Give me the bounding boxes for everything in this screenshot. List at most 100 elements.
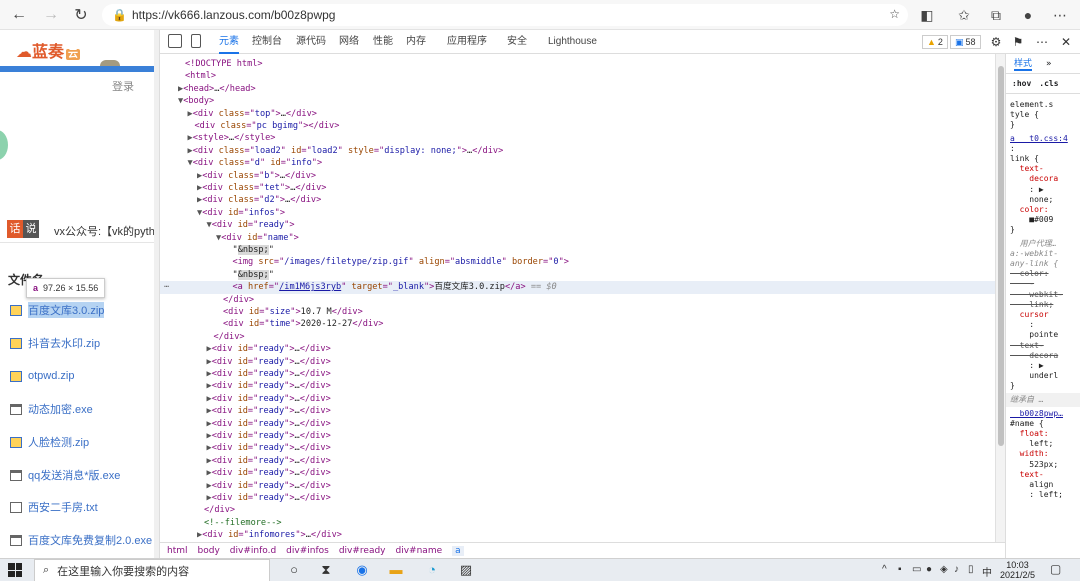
dom-node-line[interactable]: ▼<div id="infos"> [160, 207, 995, 219]
tray-chevron-icon[interactable]: ^ [882, 564, 887, 575]
devtools-tab[interactable]: 源代码 [296, 30, 326, 54]
dom-node-line[interactable]: ▶<div id="ready">…</div> [160, 467, 995, 479]
dom-node-line[interactable]: ▶<div id="ready">…</div> [160, 442, 995, 454]
file-name[interactable]: otpwd.zip [28, 370, 74, 382]
dom-node-line[interactable]: ▶<div id="ready">…</div> [160, 418, 995, 430]
dom-node-line[interactable]: <html> [160, 70, 995, 82]
dom-node-line[interactable]: ▶<head>…</head> [160, 83, 995, 95]
ime-indicator[interactable]: 中 [982, 564, 992, 579]
breadcrumb-item[interactable]: div#info.d [230, 546, 276, 556]
devtools-tab[interactable]: 应用程序 [447, 30, 487, 54]
breadcrumb-item[interactable]: div#ready [339, 546, 386, 556]
site-logo[interactable]: ☁蓝奏云 [16, 38, 81, 62]
dom-node-line[interactable]: ▶<div id="ready">…</div> [160, 455, 995, 467]
file-list-item[interactable]: 动态加密.exe [10, 400, 93, 418]
dom-node-line[interactable]: ▶<div class="d2">…</div> [160, 194, 995, 206]
devtools-tab[interactable]: Lighthouse [548, 30, 597, 54]
dom-node-line[interactable]: ▶<div id="ready">…</div> [160, 343, 995, 355]
device-toggle-icon[interactable] [191, 34, 201, 48]
task-view-icon[interactable]: ○ [286, 562, 302, 578]
more-tabs-icon[interactable]: » [1046, 59, 1052, 69]
file-list-item[interactable]: 百度文库3.0.zip [10, 301, 105, 319]
dom-node-line[interactable]: ▶<div id="ready">…</div> [160, 430, 995, 442]
notification-icon[interactable]: ▢ [1050, 562, 1061, 576]
network-icon[interactable]: ◈ [940, 564, 948, 575]
scrollbar-thumb[interactable] [998, 66, 1004, 446]
dom-node-line[interactable]: ▼<div id="ready"> [160, 219, 995, 231]
tab-styles[interactable]: 样式 [1014, 56, 1033, 71]
dom-node-line[interactable]: "&nbsp;" [160, 269, 995, 281]
app-icon-3[interactable]: ▨ [458, 562, 474, 578]
clock[interactable]: 10:03 2021/2/5 [1000, 560, 1035, 580]
breadcrumb-item[interactable]: div#infos [286, 546, 329, 556]
login-link[interactable]: 登录 [112, 78, 134, 94]
dom-node-line[interactable]: ▶<div id="ready">…</div> [160, 480, 995, 492]
back-arrow-icon[interactable]: ← [8, 5, 30, 25]
file-list-item[interactable]: qq发送消息*版.exe [10, 466, 120, 484]
tray-app-icon-1[interactable]: ▪ [898, 564, 902, 575]
dom-node-line[interactable]: <img src="/images/filetype/zip.gif" alig… [160, 256, 995, 268]
dom-node-line[interactable]: ▼<div class="d" id="info"> [160, 157, 995, 169]
feedback-icon[interactable]: ⚑ [1010, 34, 1026, 50]
dom-node-line[interactable]: ▶<div id="ready">…</div> [160, 380, 995, 392]
dom-node-line[interactable]: ▼<body> [160, 95, 995, 107]
close-devtools-icon[interactable]: ✕ [1058, 34, 1074, 50]
breadcrumb-item[interactable]: html [167, 546, 188, 556]
file-list-item[interactable]: otpwd.zip [10, 367, 74, 385]
dom-node-line[interactable]: ▶<div class="load2" id="load2" style="di… [160, 145, 995, 157]
dom-node-line[interactable]: ▶<div class="top">…</div> [160, 108, 995, 120]
settings-gear-icon[interactable]: ⚙ [988, 34, 1004, 50]
app-icon-1[interactable]: ⧗ [318, 562, 334, 578]
dom-node-line[interactable]: ▶<div class="b">…</div> [160, 170, 995, 182]
hov-toggle[interactable]: :hov [1012, 79, 1031, 88]
dom-node-line[interactable]: <div id="size">10.7 M</div> [160, 306, 995, 318]
style-rule-line[interactable]: a t0.css:4 [1010, 134, 1068, 144]
battery-icon[interactable]: ▯ [968, 564, 974, 575]
profile-avatar-icon[interactable]: ● [1018, 5, 1038, 25]
dom-node-line[interactable]: ▶<style>…</style> [160, 132, 995, 144]
file-name[interactable]: 百度文库免费复制2.0.exe [28, 532, 152, 548]
devtools-tab[interactable]: 网络 [339, 30, 359, 54]
file-name[interactable]: 西安二手房.txt [28, 499, 98, 515]
taskbar-search-box[interactable]: ⌕ 在这里输入你要搜索的内容 [34, 559, 270, 581]
dom-node-line[interactable]: </div> [160, 331, 995, 343]
breadcrumb-item[interactable]: div#name [396, 546, 443, 556]
elements-scrollbar[interactable] [995, 54, 1005, 542]
dom-node-line[interactable]: ▶<div id="ready">…</div> [160, 405, 995, 417]
inspect-element-icon[interactable] [168, 34, 182, 48]
file-name[interactable]: 百度文库3.0.zip [28, 302, 105, 318]
dom-node-line[interactable]: ▶<div id="ready">…</div> [160, 393, 995, 405]
file-name[interactable]: 动态加密.exe [28, 401, 93, 417]
windows-start-icon[interactable] [8, 563, 22, 577]
tray-app-icon-2[interactable]: ▭ [912, 564, 921, 575]
dom-node-line[interactable]: ▶<div id="ready">…</div> [160, 492, 995, 504]
more-menu-icon[interactable]: ⋯ [1050, 5, 1070, 25]
dom-node-line[interactable]: "&nbsp;" [160, 244, 995, 256]
dom-node-line[interactable]: <!DOCTYPE html> [160, 58, 995, 70]
tray-app-icon-3[interactable]: ● [926, 564, 932, 575]
devtools-tab[interactable]: 安全 [507, 30, 527, 54]
devtools-tab[interactable]: 性能 [373, 30, 393, 54]
dom-node-line[interactable]: ▶<div id="infomores">…</div> [160, 529, 995, 541]
devtools-tab[interactable]: 控制台 [252, 30, 282, 54]
dom-node-line[interactable]: ▶<div id="ready">…</div> [160, 356, 995, 368]
forward-arrow-icon[interactable]: → [40, 5, 62, 25]
dom-node-line[interactable]: <div class="pc bgimg"></div> [160, 120, 995, 132]
file-list-item[interactable]: 百度文库免费复制2.0.exe [10, 531, 152, 549]
dom-node-line[interactable]: ▶<div id="ready">…</div> [160, 368, 995, 380]
edge-browser-icon[interactable]: ◔ [424, 562, 440, 578]
warnings-badge[interactable]: ▲ 2 [922, 35, 948, 49]
style-rule-line[interactable]: b00z8pwp… [1010, 409, 1063, 419]
refresh-icon[interactable]: ↻ [70, 5, 92, 25]
dom-node-line[interactable]: ▼<div id="name"> [160, 232, 995, 244]
dom-node-line[interactable]: <div id="time">2020-12-27</div> [160, 318, 995, 330]
file-list-item[interactable]: 西安二手房.txt [10, 498, 98, 516]
dom-node-line[interactable]: ▶<div class="tet">…</div> [160, 182, 995, 194]
extension-icon[interactable]: ◧ [917, 5, 937, 25]
devtools-tab[interactable]: 元素 [219, 30, 239, 54]
cls-toggle[interactable]: .cls [1039, 79, 1058, 88]
page-scrollbar[interactable] [154, 30, 159, 558]
file-list-item[interactable]: 抖音去水印.zip [10, 334, 100, 352]
node-actions-icon[interactable]: ⋯ [164, 281, 169, 293]
favorites-icon[interactable]: ✩ [954, 5, 974, 25]
